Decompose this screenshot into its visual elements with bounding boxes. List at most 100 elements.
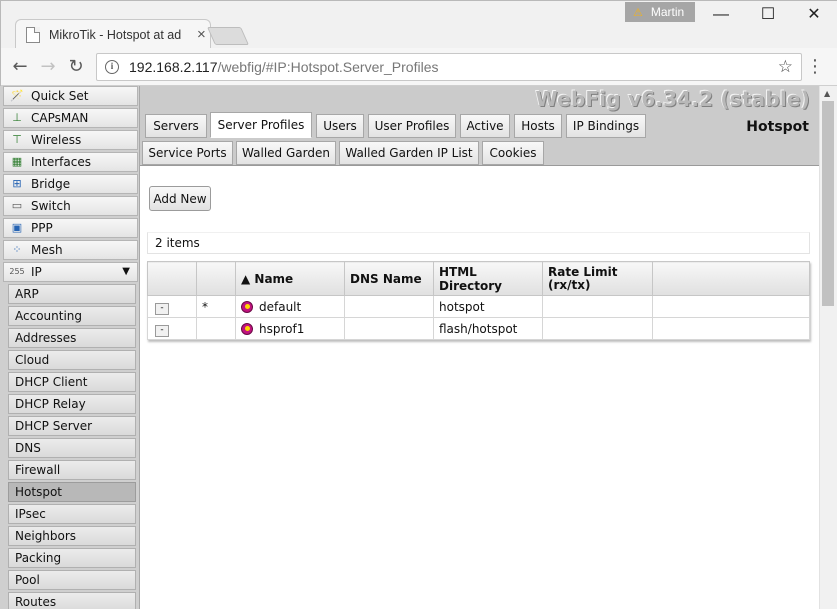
sidebar-item-wireless[interactable]: ⊤ Wireless <box>3 130 138 150</box>
column-header-remove <box>147 261 197 296</box>
reload-icon[interactable]: ↻ <box>65 56 87 78</box>
submenu-item-dhcp-relay[interactable]: DHCP Relay <box>8 394 136 414</box>
tab-user-profiles[interactable]: User Profiles <box>368 114 456 138</box>
profile-badge[interactable]: ⚠ Martin <box>625 2 695 22</box>
submenu-item-routes[interactable]: Routes <box>8 592 136 609</box>
table-row[interactable]: - * default hotspot <box>147 295 810 318</box>
filler-cell <box>652 317 810 340</box>
browser-toolbar: ← → ↻ i 192.168.2.117 /webfig/#IP:Hotspo… <box>1 48 837 86</box>
sidebar-item-quick-set[interactable]: 🪄 Quick Set <box>3 86 138 106</box>
sidebar: 🪄 Quick Set ⊥ CAPsMAN ⊤ Wireless ▦ Inter… <box>0 86 140 609</box>
page-scrollbar[interactable]: ▲ <box>819 86 837 609</box>
profile-icon <box>241 322 253 335</box>
submenu-item-dns[interactable]: DNS <box>8 438 136 458</box>
browser-chrome: MikroTik - Hotspot at ad × ⚠ Martin — ☐ … <box>0 0 837 86</box>
column-header-filler <box>652 261 810 296</box>
submenu-item-arp[interactable]: ARP <box>8 284 136 304</box>
html-directory-cell: hotspot <box>433 295 543 318</box>
remove-cell: - <box>147 317 197 340</box>
bookmark-star-icon[interactable]: ☆ <box>778 57 793 77</box>
dns-name-cell <box>344 317 434 340</box>
webfig-app: 🪄 Quick Set ⊥ CAPsMAN ⊤ Wireless ▦ Inter… <box>0 86 837 609</box>
remove-button[interactable]: - <box>155 324 169 337</box>
version-label: WebFig v6.34.2 (stable) <box>535 87 810 111</box>
main-content: WebFig v6.34.2 (stable) Hotspot Servers … <box>140 86 819 609</box>
submenu-item-accounting[interactable]: Accounting <box>8 306 136 326</box>
item-count: 2 items <box>147 232 810 254</box>
tab-ip-bindings[interactable]: IP Bindings <box>566 114 646 138</box>
table-row[interactable]: - hsprof1 flash/hotspot <box>147 317 810 340</box>
column-header-dns-name[interactable]: DNS Name <box>344 261 434 296</box>
maximize-button[interactable]: ☐ <box>748 5 788 25</box>
filler-cell <box>652 295 810 318</box>
sidebar-item-label: Mesh <box>31 243 63 257</box>
scroll-thumb[interactable] <box>822 101 834 306</box>
wireless-icon: ⊤ <box>12 133 22 146</box>
html-directory-cell: flash/hotspot <box>433 317 543 340</box>
sidebar-item-ip[interactable]: 255 IP ▼ <box>3 262 138 282</box>
profile-name: default <box>259 299 302 314</box>
sidebar-item-label: PPP <box>31 221 53 235</box>
site-info-icon[interactable]: i <box>105 60 119 74</box>
sidebar-item-bridge[interactable]: ⊞ Bridge <box>3 174 138 194</box>
back-arrow-icon[interactable]: ← <box>9 56 31 78</box>
tab-walled-garden[interactable]: Walled Garden <box>236 141 336 165</box>
ppp-icon: ▣ <box>11 221 23 234</box>
sidebar-item-label: Interfaces <box>31 155 91 169</box>
warning-icon: ⚠ <box>633 6 643 19</box>
remove-button[interactable]: - <box>155 302 169 315</box>
submenu-item-ipsec[interactable]: IPsec <box>8 504 136 524</box>
column-header-rate-limit[interactable]: Rate Limit (rx/tx) <box>542 261 653 296</box>
submenu-item-dhcp-server[interactable]: DHCP Server <box>8 416 136 436</box>
close-window-button[interactable]: ✕ <box>794 5 834 25</box>
rate-limit-cell <box>542 317 653 340</box>
profile-name: hsprof1 <box>259 321 305 336</box>
flag-cell: * <box>196 295 236 318</box>
tab-service-ports[interactable]: Service Ports <box>142 141 233 165</box>
new-tab-button[interactable] <box>206 27 250 45</box>
minimize-button[interactable]: — <box>701 5 741 25</box>
browser-tab[interactable]: MikroTik - Hotspot at ad × <box>15 19 211 49</box>
sidebar-item-interfaces[interactable]: ▦ Interfaces <box>3 152 138 172</box>
submenu-item-pool[interactable]: Pool <box>8 570 136 590</box>
submenu-item-firewall[interactable]: Firewall <box>8 460 136 480</box>
sidebar-item-label: IP <box>31 265 42 279</box>
tab-cookies[interactable]: Cookies <box>482 141 544 165</box>
add-new-button[interactable]: Add New <box>149 186 211 211</box>
section-title: Hotspot <box>746 119 809 135</box>
table-header-row: ▲ Name DNS Name HTML Directory Rate Limi… <box>147 261 810 296</box>
server-profiles-table: ▲ Name DNS Name HTML Directory Rate Limi… <box>147 261 810 340</box>
tab-active[interactable]: Active <box>460 114 510 138</box>
sidebar-item-mesh[interactable]: ⁘ Mesh <box>3 240 138 260</box>
name-cell: default <box>235 295 345 318</box>
submenu-item-addresses[interactable]: Addresses <box>8 328 136 348</box>
submenu-item-cloud[interactable]: Cloud <box>8 350 136 370</box>
tab-hosts[interactable]: Hosts <box>514 114 562 138</box>
column-header-name[interactable]: ▲ Name <box>235 261 345 296</box>
submenu-item-dhcp-client[interactable]: DHCP Client <box>8 372 136 392</box>
column-header-html-directory[interactable]: HTML Directory <box>433 261 543 296</box>
interfaces-icon: ▦ <box>11 155 23 168</box>
tab-close-icon[interactable]: × <box>197 26 206 43</box>
browser-menu-icon[interactable]: ⋮ <box>806 56 824 78</box>
ip-icon: 255 <box>9 267 25 276</box>
sidebar-item-switch[interactable]: ▭ Switch <box>3 196 138 216</box>
tab-walled-garden-ip-list[interactable]: Walled Garden IP List <box>339 141 479 165</box>
tab-users[interactable]: Users <box>316 114 364 138</box>
wand-icon: 🪄 <box>10 89 24 102</box>
content-header: WebFig v6.34.2 (stable) Hotspot Servers … <box>140 86 819 166</box>
sidebar-item-label: Wireless <box>31 133 82 147</box>
profile-name: Martin <box>650 5 685 19</box>
submenu-item-hotspot[interactable]: Hotspot <box>8 482 136 502</box>
tab-server-profiles[interactable]: Server Profiles <box>210 112 312 138</box>
sidebar-item-ppp[interactable]: ▣ PPP <box>3 218 138 238</box>
submenu-item-packing[interactable]: Packing <box>8 548 136 568</box>
tab-servers[interactable]: Servers <box>145 114 207 138</box>
scroll-up-arrow-icon[interactable]: ▲ <box>824 89 830 98</box>
submenu-item-neighbors[interactable]: Neighbors <box>8 526 136 546</box>
address-bar[interactable]: i 192.168.2.117 /webfig/#IP:Hotspot.Serv… <box>96 53 802 81</box>
bridge-icon: ⊞ <box>12 177 22 190</box>
flag-cell <box>196 317 236 340</box>
forward-arrow-icon[interactable]: → <box>37 56 59 78</box>
sidebar-item-capsman[interactable]: ⊥ CAPsMAN <box>3 108 138 128</box>
